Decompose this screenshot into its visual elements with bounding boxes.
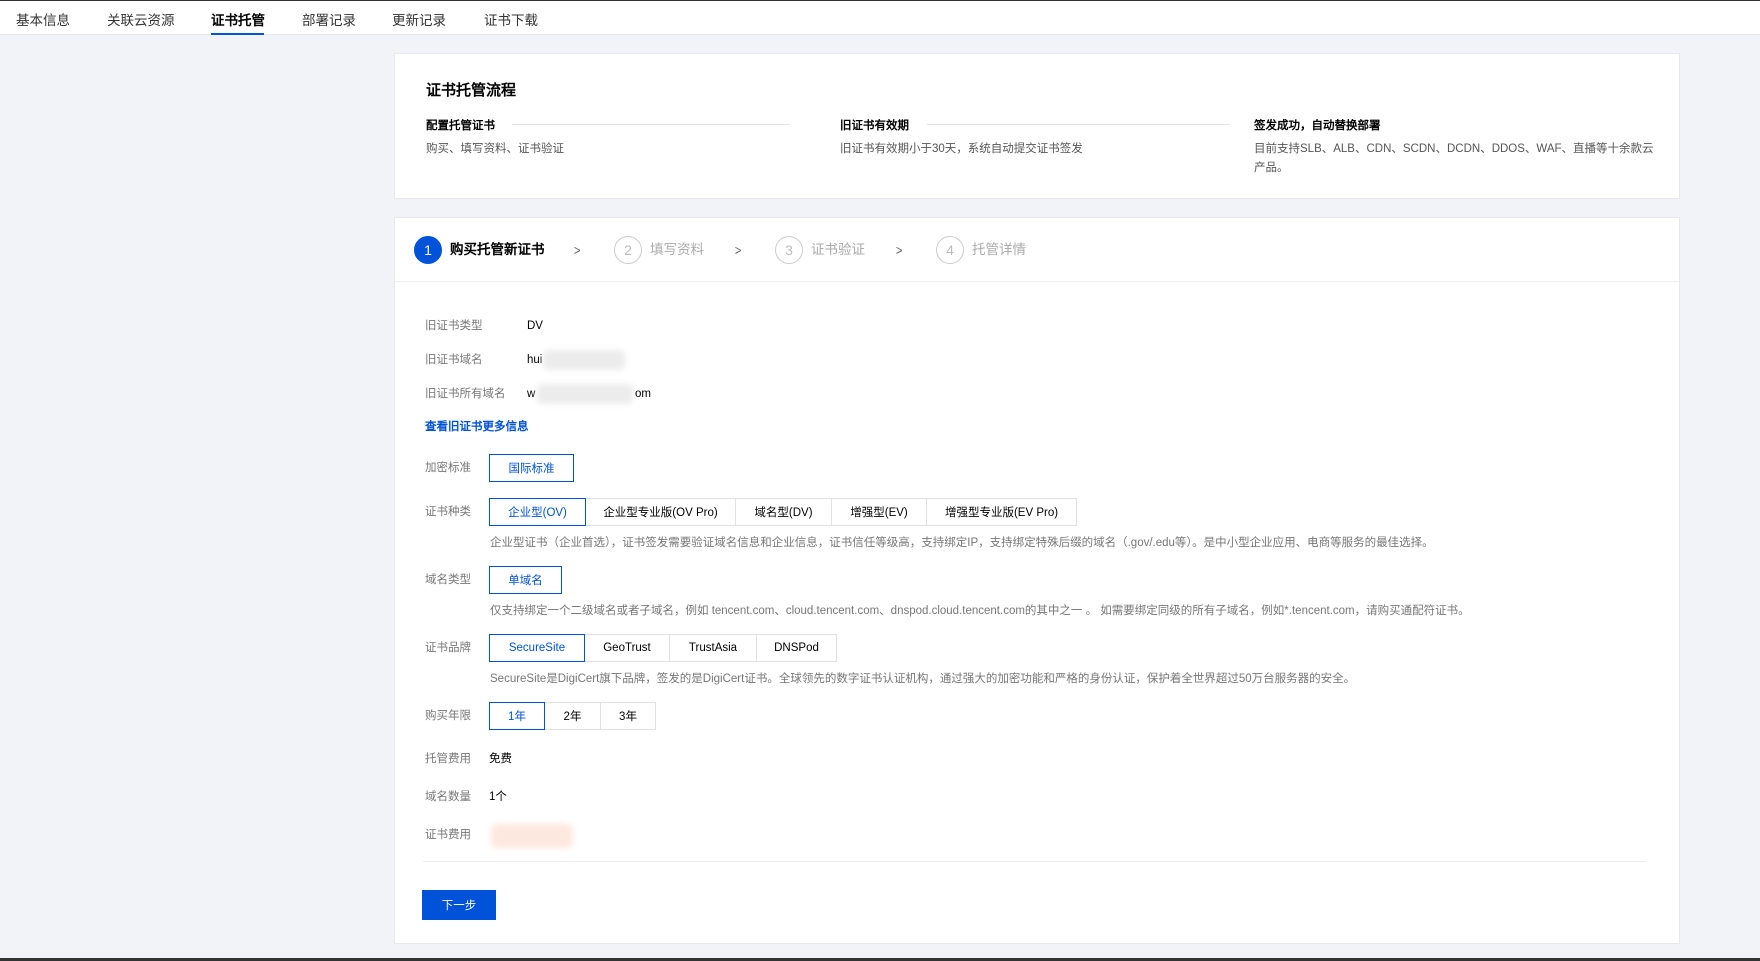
- step-1-label: 购买托管新证书: [450, 242, 545, 257]
- old-cert-type-label: 旧证书类型: [425, 320, 483, 332]
- option-ev[interactable]: 增强型(EV): [831, 498, 927, 526]
- hosting-fee-value: 免费: [489, 753, 512, 765]
- option-ov-pro[interactable]: 企业型专业版(OV Pro): [585, 498, 736, 526]
- years-label: 购买年限: [425, 710, 471, 722]
- form-divider: [423, 861, 1645, 862]
- flow-step-desc-3: 目前支持SLB、ALB、CDN、SCDN、DCDN、DDOS、WAF、直播等十余…: [1254, 143, 1654, 174]
- option-ev-pro[interactable]: 增强型专业版(EV Pro): [926, 498, 1077, 526]
- domain-type-label: 域名类型: [425, 574, 471, 586]
- tab-cert-download[interactable]: 证书下载: [484, 12, 538, 30]
- flow-step-title-2: 旧证书有效期: [840, 120, 909, 132]
- option-2-year[interactable]: 2年: [544, 702, 601, 730]
- option-geotrust[interactable]: GeoTrust: [584, 634, 670, 662]
- option-dnspod[interactable]: DNSPod: [756, 634, 837, 662]
- hosting-fee-label: 托管费用: [425, 753, 471, 765]
- old-cert-domain-label: 旧证书域名: [425, 354, 483, 366]
- old-cert-all-domains-start: w: [527, 388, 536, 400]
- tab-update-records[interactable]: 更新记录: [392, 12, 446, 30]
- cert-kind-options: 企业型(OV) 企业型专业版(OV Pro) 域名型(DV) 增强型(EV) 增…: [489, 498, 1077, 526]
- old-cert-all-domains-label: 旧证书所有域名: [425, 388, 506, 400]
- option-ov[interactable]: 企业型(OV): [489, 498, 586, 526]
- step-1-circle: 1: [414, 236, 442, 264]
- option-1-year[interactable]: 1年: [489, 702, 545, 730]
- option-intl-standard[interactable]: 国际标准: [489, 454, 574, 482]
- option-single-domain[interactable]: 单域名: [489, 566, 562, 594]
- step-2-circle: 2: [614, 236, 642, 264]
- old-cert-domain-value: hui: [527, 354, 543, 366]
- cert-kind-label: 证书种类: [425, 506, 471, 518]
- brand-hint: SecureSite是DigiCert旗下品牌，签发的是DigiCert证书。全…: [490, 673, 1356, 685]
- view-old-cert-more-link[interactable]: 查看旧证书更多信息: [425, 419, 529, 435]
- flow-step-title-1: 配置托管证书: [426, 120, 495, 132]
- tab-related-resources[interactable]: 关联云资源: [107, 12, 175, 30]
- domain-count-value: 1个: [489, 791, 507, 803]
- next-step-button[interactable]: 下一步: [422, 890, 496, 920]
- wizard-steps: 1 购买托管新证书 > 2 填写资料 > 3 证书验证 > 4 托管详情: [395, 218, 1679, 282]
- step-4-circle: 4: [936, 236, 964, 264]
- chevron-right-icon: >: [895, 242, 903, 258]
- redacted-blur: [491, 824, 573, 848]
- step-4-label: 托管详情: [972, 242, 1026, 257]
- flow-title: 证书托管流程: [426, 82, 517, 99]
- step-3-label: 证书验证: [811, 242, 865, 257]
- option-dv[interactable]: 域名型(DV): [735, 498, 832, 526]
- flow-connector: [927, 124, 1230, 125]
- cert-fee-label: 证书费用: [425, 829, 471, 841]
- purchase-wizard-card: 1 购买托管新证书 > 2 填写资料 > 3 证书验证 > 4 托管详情 旧证书…: [394, 217, 1680, 944]
- brand-label: 证书品牌: [425, 642, 471, 654]
- step-3-circle: 3: [775, 236, 803, 264]
- hosting-flow-card: 证书托管流程 配置托管证书 购买、填写资料、证书验证 旧证书有效期 旧证书有效期…: [394, 53, 1680, 199]
- domain-count-label: 域名数量: [425, 791, 471, 803]
- encryption-label: 加密标准: [425, 462, 471, 474]
- option-3-year[interactable]: 3年: [600, 702, 656, 730]
- chevron-right-icon: >: [734, 242, 742, 258]
- flow-connector: [512, 124, 790, 125]
- brand-options: SecureSite GeoTrust TrustAsia DNSPod: [489, 634, 837, 662]
- domain-type-hint: 仅支持绑定一个二级域名或者子域名，例如 tencent.com、cloud.te…: [490, 605, 1470, 617]
- encryption-options: 国际标准: [489, 454, 574, 482]
- flow-step-title-3: 签发成功，自动替换部署: [1254, 120, 1381, 132]
- active-tab-indicator: [211, 33, 264, 35]
- cert-kind-hint: 企业型证书（企业首选），证书签发需要验证域名信息和企业信息，证书信任等级高，支持…: [490, 537, 1434, 549]
- flow-step-desc-2: 旧证书有效期小于30天，系统自动提交证书签发: [840, 143, 1083, 155]
- domain-type-options: 单域名: [489, 566, 562, 594]
- flow-step-desc-1: 购买、填写资料、证书验证: [426, 143, 564, 155]
- redacted-blur: [543, 350, 625, 370]
- option-trustasia[interactable]: TrustAsia: [669, 634, 757, 662]
- old-cert-all-domains-end: om: [635, 388, 651, 400]
- tab-bar: 基本信息 关联云资源 证书托管 部署记录 更新记录 证书下载: [0, 1, 1760, 35]
- tab-basic-info[interactable]: 基本信息: [16, 12, 70, 30]
- tab-deploy-records[interactable]: 部署记录: [302, 12, 356, 30]
- tab-cert-hosting[interactable]: 证书托管: [211, 12, 265, 30]
- step-2-label: 填写资料: [650, 242, 704, 257]
- option-securesite[interactable]: SecureSite: [489, 634, 585, 662]
- redacted-blur: [537, 384, 633, 404]
- old-cert-type-value: DV: [527, 320, 543, 332]
- chevron-right-icon: >: [573, 242, 581, 258]
- years-options: 1年 2年 3年: [489, 702, 656, 730]
